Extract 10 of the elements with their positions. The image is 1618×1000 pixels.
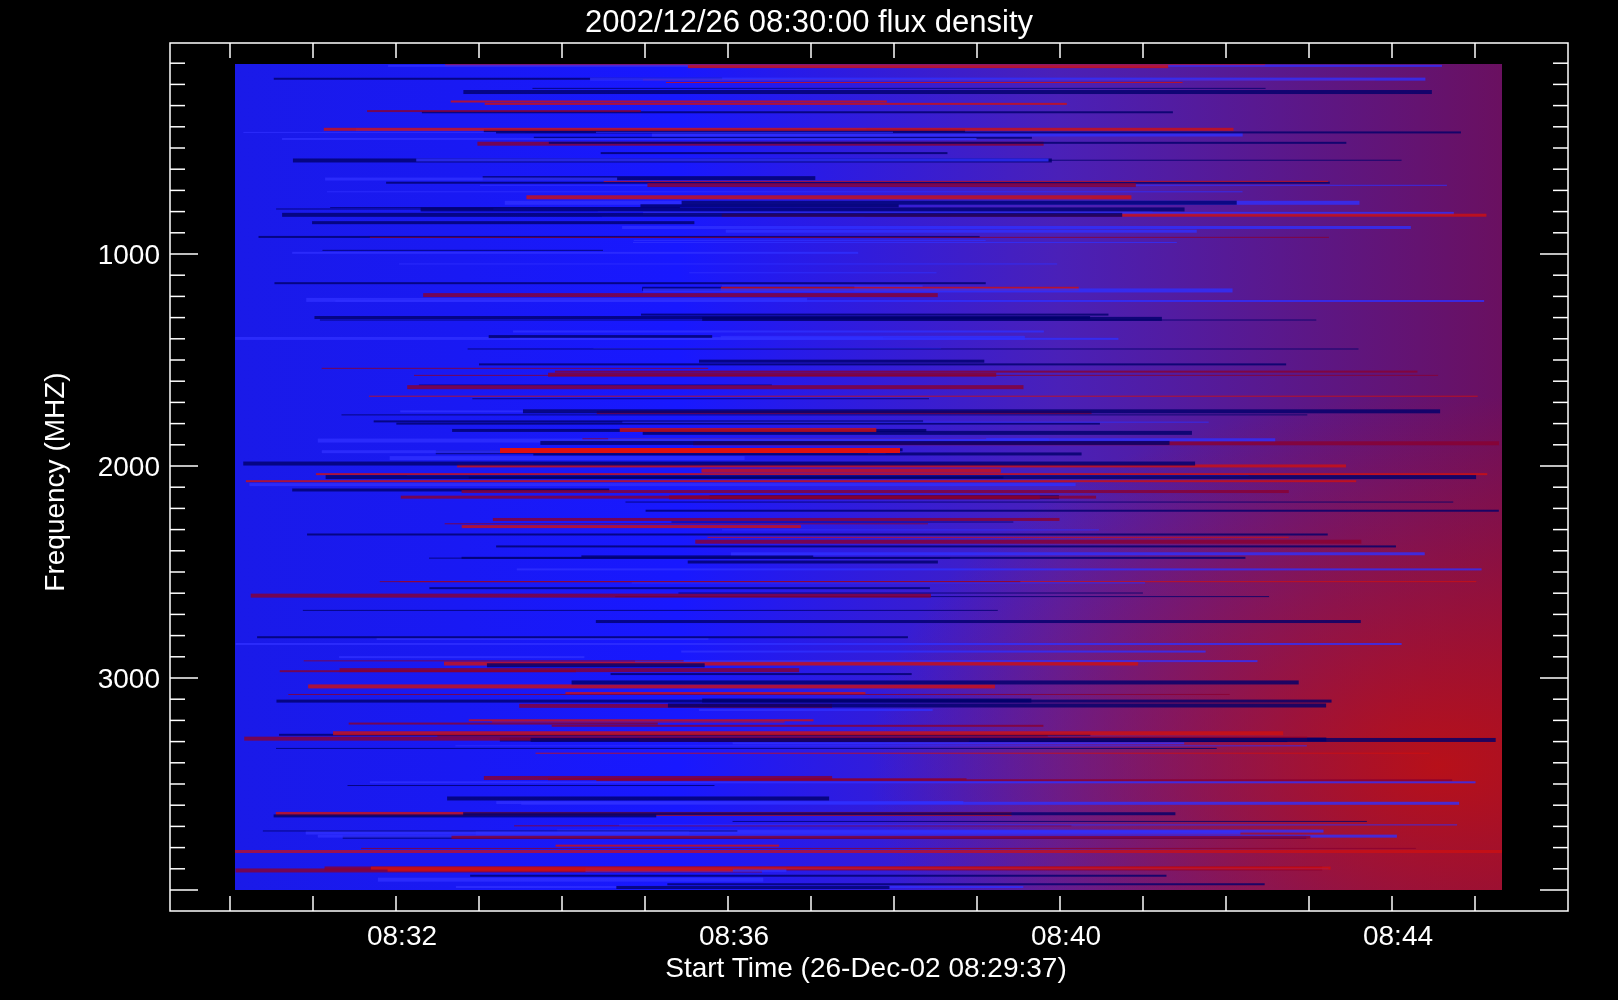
tick-label: 08:32 <box>366 920 438 951</box>
tick-label: 08:36 <box>698 920 770 951</box>
chart-title: 2002/12/26 08:30:00 flux density <box>584 4 1034 39</box>
tick-label: 08:40 <box>1030 920 1102 951</box>
tick-label: 2000 <box>97 451 160 482</box>
axis-label: Start Time (26-Dec-02 08:29:37) <box>665 952 1067 983</box>
tick-label: 3000 <box>97 663 160 694</box>
axis-label: Frequency (MHZ) <box>39 372 70 592</box>
tick-label: 08:44 <box>1362 920 1434 951</box>
tick-label: 1000 <box>97 239 160 270</box>
